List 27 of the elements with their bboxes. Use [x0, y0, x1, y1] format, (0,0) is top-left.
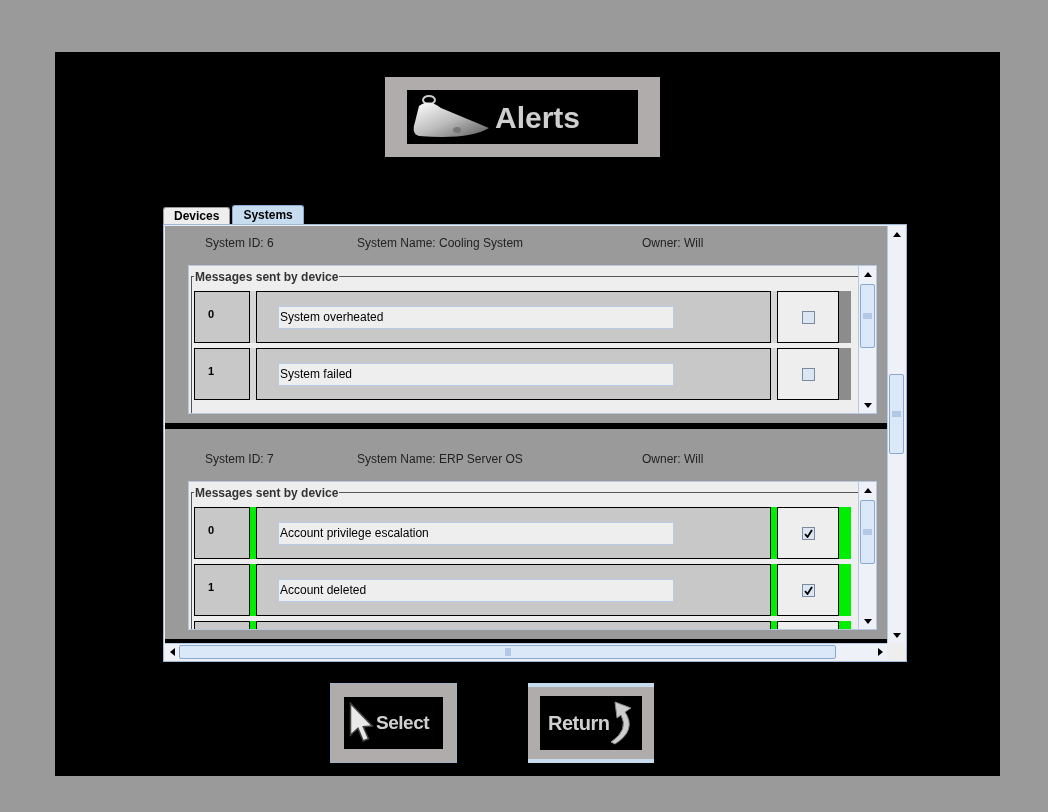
message-text-field[interactable]: System overheated: [278, 305, 674, 329]
system-name-label: System Name: ERP Server OS: [357, 451, 524, 468]
message-number: 1: [208, 363, 215, 379]
checkbox[interactable]: [801, 583, 815, 597]
vertical-scrollbar[interactable]: [858, 482, 876, 629]
vertical-scrollbar[interactable]: [887, 226, 905, 643]
message-text-field[interactable]: Account deleted: [278, 578, 674, 602]
checkbox[interactable]: [801, 310, 815, 324]
message-number: 0: [208, 306, 215, 322]
tab[interactable]: Devices: [163, 207, 231, 224]
return-button[interactable]: Return: [528, 683, 654, 763]
tab[interactable]: Systems: [232, 205, 304, 224]
vertical-scrollbar[interactable]: [858, 266, 876, 413]
message-text-field[interactable]: Account privilege escalation: [278, 521, 674, 545]
system-name-label: System Name: Cooling System: [357, 235, 525, 252]
message-text-field[interactable]: System failed: [278, 362, 674, 386]
alerts-title: Alerts: [495, 99, 581, 136]
select-button[interactable]: Select: [330, 683, 457, 763]
message-number: 1: [208, 579, 215, 595]
system-id-label: System ID: 7: [205, 451, 275, 468]
checkbox[interactable]: [801, 526, 815, 540]
system-id-label: System ID: 6: [205, 235, 275, 252]
owner-label: Owner: Will: [642, 451, 704, 468]
owner-label: Owner: Will: [642, 235, 704, 252]
checkbox[interactable]: [801, 367, 815, 381]
message-number: 0: [208, 522, 215, 538]
cursor-arrow-icon: [348, 702, 374, 744]
